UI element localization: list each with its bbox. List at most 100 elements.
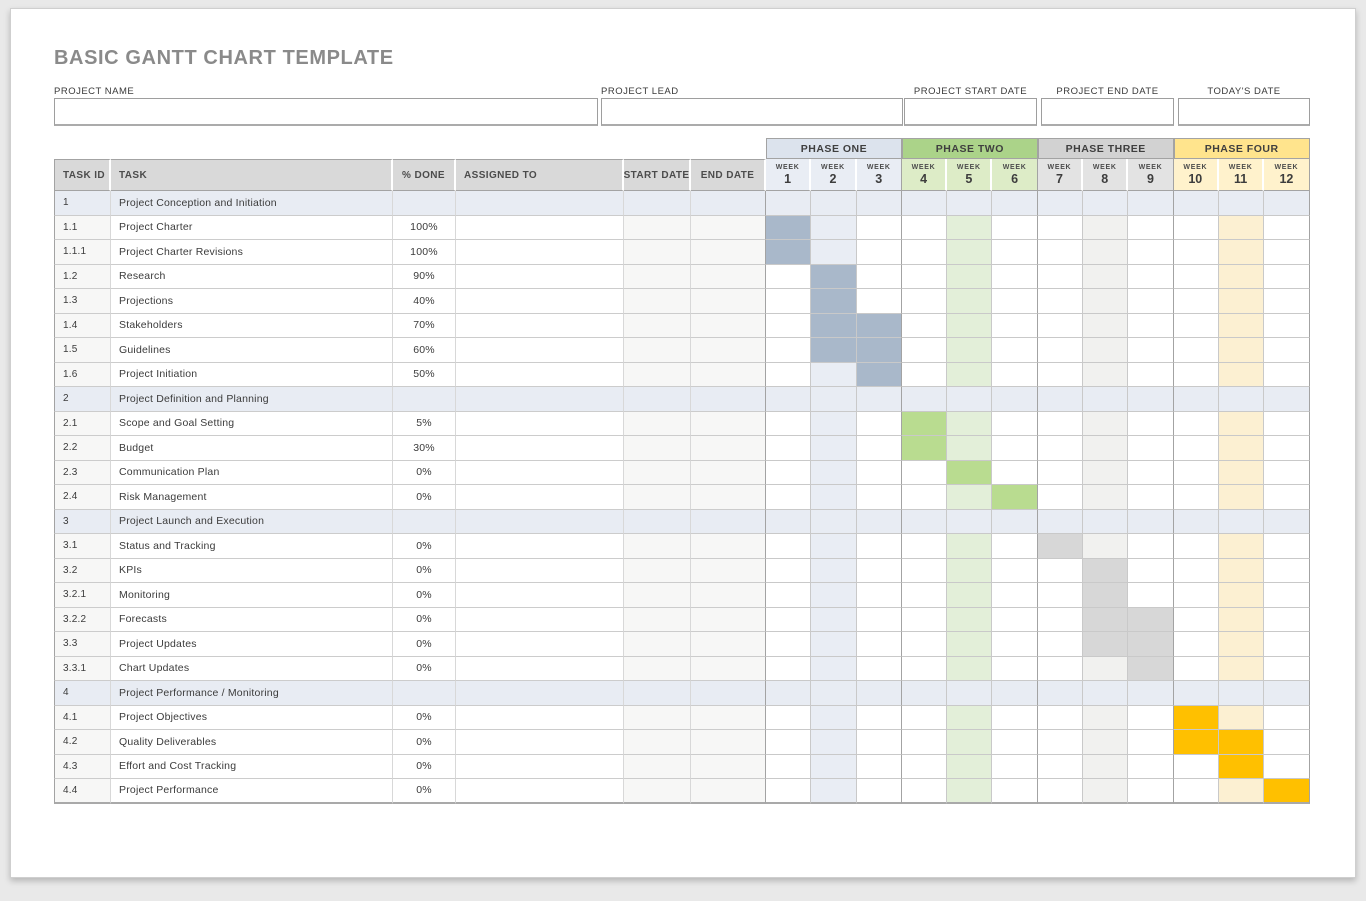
done-cell[interactable] [393, 387, 456, 412]
assigned-cell[interactable] [456, 216, 624, 241]
gantt-cell-w7[interactable] [1038, 510, 1083, 535]
gantt-cell-w4[interactable] [902, 265, 947, 290]
start-date-cell[interactable] [624, 338, 691, 363]
task-cell[interactable]: Communication Plan [111, 461, 393, 486]
gantt-cell-w12[interactable] [1264, 191, 1309, 216]
gantt-cell-w11[interactable] [1219, 534, 1264, 559]
gantt-cell-w12[interactable] [1264, 461, 1309, 486]
gantt-cell-w11[interactable] [1219, 338, 1264, 363]
gantt-cell-w5[interactable] [947, 706, 992, 731]
gantt-cell-w3[interactable] [857, 510, 902, 535]
task-id-cell[interactable]: 4.3 [54, 755, 111, 780]
gantt-cell-w12[interactable] [1264, 338, 1309, 363]
gantt-cell-w1[interactable] [766, 191, 811, 216]
gantt-cell-w8[interactable] [1083, 755, 1128, 780]
assigned-cell[interactable] [456, 314, 624, 339]
gantt-cell-w10[interactable] [1174, 779, 1219, 804]
todays-date-input[interactable] [1178, 98, 1310, 126]
gantt-cell-w5[interactable] [947, 412, 992, 437]
task-cell[interactable]: Project Definition and Planning [111, 387, 393, 412]
task-id-cell[interactable]: 2 [54, 387, 111, 412]
gantt-cell-w8[interactable] [1083, 363, 1128, 388]
gantt-cell-w8[interactable] [1083, 559, 1128, 584]
task-cell[interactable]: Risk Management [111, 485, 393, 510]
gantt-cell-w5[interactable] [947, 240, 992, 265]
assigned-cell[interactable] [456, 387, 624, 412]
gantt-cell-w7[interactable] [1038, 681, 1083, 706]
gantt-cell-w6[interactable] [992, 363, 1037, 388]
gantt-cell-w6[interactable] [992, 289, 1037, 314]
gantt-cell-w10[interactable] [1174, 559, 1219, 584]
gantt-cell-w1[interactable] [766, 730, 811, 755]
gantt-cell-w3[interactable] [857, 730, 902, 755]
gantt-cell-w7[interactable] [1038, 216, 1083, 241]
assigned-cell[interactable] [456, 363, 624, 388]
gantt-cell-w7[interactable] [1038, 608, 1083, 633]
assigned-cell[interactable] [456, 730, 624, 755]
gantt-cell-w12[interactable] [1264, 314, 1309, 339]
task-cell[interactable]: Project Conception and Initiation [111, 191, 393, 216]
gantt-cell-w9[interactable] [1128, 681, 1173, 706]
gantt-cell-w3[interactable] [857, 436, 902, 461]
gantt-cell-w5[interactable] [947, 608, 992, 633]
gantt-cell-w1[interactable] [766, 363, 811, 388]
gantt-cell-w1[interactable] [766, 608, 811, 633]
gantt-cell-w2[interactable] [811, 191, 856, 216]
gantt-cell-w11[interactable] [1219, 216, 1264, 241]
end-date-cell[interactable] [691, 289, 766, 314]
gantt-cell-w12[interactable] [1264, 216, 1309, 241]
gantt-cell-w1[interactable] [766, 436, 811, 461]
gantt-cell-w12[interactable] [1264, 412, 1309, 437]
gantt-cell-w8[interactable] [1083, 436, 1128, 461]
start-date-cell[interactable] [624, 387, 691, 412]
gantt-cell-w5[interactable] [947, 583, 992, 608]
task-cell[interactable]: Scope and Goal Setting [111, 412, 393, 437]
gantt-cell-w3[interactable] [857, 608, 902, 633]
gantt-cell-w9[interactable] [1128, 265, 1173, 290]
gantt-cell-w3[interactable] [857, 240, 902, 265]
gantt-cell-w7[interactable] [1038, 314, 1083, 339]
gantt-cell-w10[interactable] [1174, 755, 1219, 780]
gantt-cell-w6[interactable] [992, 583, 1037, 608]
task-id-cell[interactable]: 4.2 [54, 730, 111, 755]
gantt-cell-w11[interactable] [1219, 485, 1264, 510]
gantt-cell-w2[interactable] [811, 559, 856, 584]
gantt-cell-w10[interactable] [1174, 265, 1219, 290]
gantt-cell-w9[interactable] [1128, 412, 1173, 437]
gantt-cell-w6[interactable] [992, 461, 1037, 486]
task-id-cell[interactable]: 4.1 [54, 706, 111, 731]
assigned-cell[interactable] [456, 559, 624, 584]
gantt-cell-w4[interactable] [902, 191, 947, 216]
gantt-cell-w9[interactable] [1128, 510, 1173, 535]
gantt-cell-w1[interactable] [766, 240, 811, 265]
gantt-cell-w7[interactable] [1038, 657, 1083, 682]
end-date-cell[interactable] [691, 632, 766, 657]
gantt-cell-w1[interactable] [766, 387, 811, 412]
gantt-cell-w4[interactable] [902, 461, 947, 486]
done-cell[interactable] [393, 681, 456, 706]
task-cell[interactable]: Project Launch and Execution [111, 510, 393, 535]
gantt-cell-w3[interactable] [857, 216, 902, 241]
gantt-cell-w12[interactable] [1264, 534, 1309, 559]
gantt-cell-w4[interactable] [902, 534, 947, 559]
gantt-cell-w4[interactable] [902, 412, 947, 437]
end-date-cell[interactable] [691, 436, 766, 461]
gantt-cell-w5[interactable] [947, 657, 992, 682]
done-cell[interactable]: 30% [393, 436, 456, 461]
task-id-cell[interactable]: 2.4 [54, 485, 111, 510]
gantt-cell-w12[interactable] [1264, 657, 1309, 682]
done-cell[interactable]: 0% [393, 706, 456, 731]
gantt-cell-w4[interactable] [902, 363, 947, 388]
gantt-cell-w11[interactable] [1219, 191, 1264, 216]
task-cell[interactable]: Project Objectives [111, 706, 393, 731]
gantt-cell-w10[interactable] [1174, 485, 1219, 510]
gantt-cell-w5[interactable] [947, 191, 992, 216]
gantt-cell-w9[interactable] [1128, 779, 1173, 804]
gantt-cell-w5[interactable] [947, 461, 992, 486]
gantt-cell-w8[interactable] [1083, 216, 1128, 241]
gantt-cell-w1[interactable] [766, 461, 811, 486]
assigned-cell[interactable] [456, 657, 624, 682]
gantt-cell-w7[interactable] [1038, 387, 1083, 412]
gantt-cell-w5[interactable] [947, 436, 992, 461]
gantt-cell-w10[interactable] [1174, 534, 1219, 559]
